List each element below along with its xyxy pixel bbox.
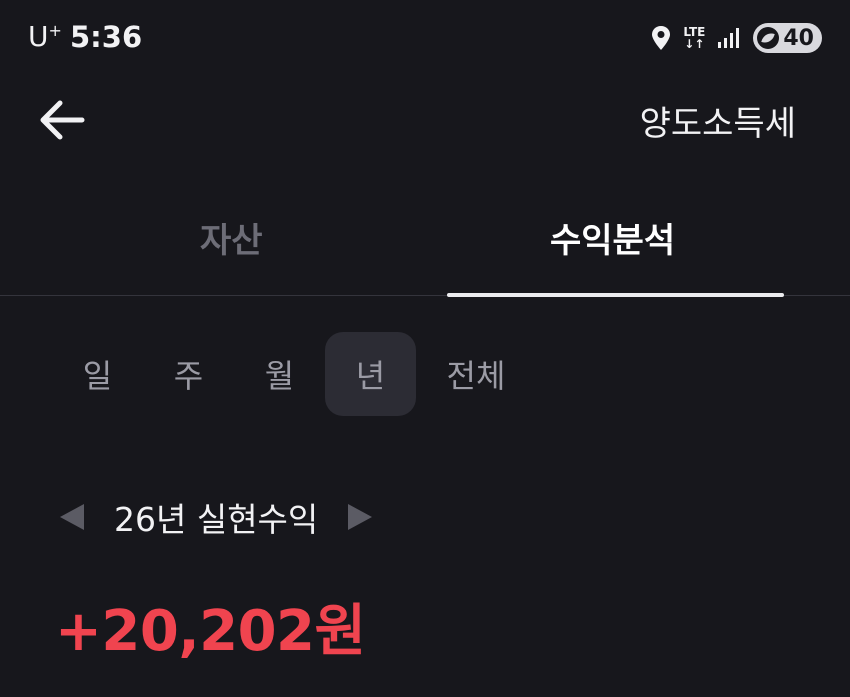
tab-profit-analysis[interactable]: 수익분석 xyxy=(550,213,675,262)
battery-indicator: 40 xyxy=(753,23,822,53)
tab-asset[interactable]: 자산 xyxy=(200,213,263,262)
status-time: 5:36 xyxy=(70,20,143,54)
realized-profit-amount: +20,202원 xyxy=(55,599,366,664)
status-icons: LTE ↓↑ 40 xyxy=(651,20,822,56)
next-period-icon[interactable] xyxy=(348,504,373,530)
back-button[interactable] xyxy=(36,96,88,144)
signal-icon xyxy=(717,27,741,49)
active-tab-indicator xyxy=(447,293,784,297)
lte-icon: LTE ↓↑ xyxy=(683,25,706,51)
battery-level: 40 xyxy=(783,25,814,51)
period-week[interactable]: 주 xyxy=(143,332,234,416)
location-icon xyxy=(651,25,671,51)
period-all[interactable]: 전체 xyxy=(416,332,536,416)
period-year[interactable]: 년 xyxy=(325,332,416,416)
arrow-left-icon xyxy=(40,100,85,140)
period-month[interactable]: 월 xyxy=(234,332,325,416)
carrier-label: U+ xyxy=(28,20,62,53)
profit-period-selector: 26년 실현수익 xyxy=(60,493,373,541)
tax-button[interactable]: 양도소득세 xyxy=(640,96,796,145)
tab-bar: 자산 수익분석 xyxy=(0,195,850,297)
status-bar: U+ 5:36 LTE ↓↑ 40 xyxy=(0,0,850,76)
period-day[interactable]: 일 xyxy=(52,332,143,416)
realized-profit-label: 26년 실현수익 xyxy=(114,500,319,539)
period-filter: 일 주 월 년 전체 xyxy=(52,332,536,416)
previous-period-icon[interactable] xyxy=(60,504,84,530)
battery-saver-icon xyxy=(757,27,780,49)
